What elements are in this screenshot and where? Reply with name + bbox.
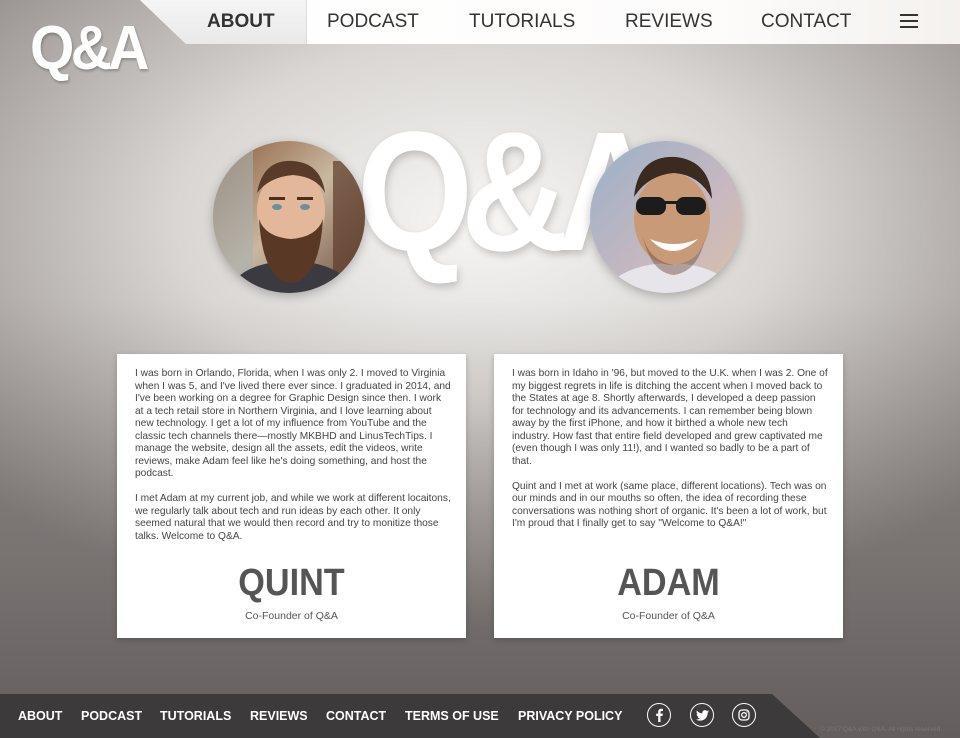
bio-paragraph: I was born in Orlando, Florida, when I w… xyxy=(135,368,451,479)
instagram-icon[interactable] xyxy=(732,703,756,727)
nav-item-tutorials[interactable]: TUTORIALS xyxy=(469,0,575,44)
bio-text: I was born in Orlando, Florida, when I w… xyxy=(135,368,451,556)
nav-item-contact[interactable]: CONTACT xyxy=(761,0,851,44)
site-logo[interactable]: Q&A xyxy=(30,18,149,80)
twitter-icon[interactable] xyxy=(690,703,714,727)
avatar-quint xyxy=(213,141,365,293)
hamburger-menu-icon[interactable] xyxy=(900,14,918,30)
footer-link-tutorials[interactable]: TUTORIALS xyxy=(160,694,231,738)
footer-link-contact[interactable]: CONTACT xyxy=(326,694,386,738)
avatar-adam xyxy=(590,141,742,293)
bio-text: I was born in Idaho in '96, but moved to… xyxy=(512,368,828,543)
footer-link-podcast[interactable]: PODCAST xyxy=(81,694,142,738)
bio-paragraph: I met Adam at my current job, and while … xyxy=(135,493,451,542)
nav-item-about[interactable]: ABOUT xyxy=(207,0,275,44)
footer-link-reviews[interactable]: REVIEWS xyxy=(250,694,308,738)
bio-paragraph: I was born in Idaho in '96, but moved to… xyxy=(512,368,828,467)
nav-item-podcast[interactable]: PODCAST xyxy=(327,0,419,44)
copyright-text: © 2017 Q&A with Q&A. All rights reserved… xyxy=(820,726,943,733)
profile-role: Co-Founder of Q&A xyxy=(622,610,715,622)
profile-card-quint: I was born in Orlando, Florida, when I w… xyxy=(117,354,466,638)
facebook-icon[interactable] xyxy=(647,703,671,727)
profile-card-adam: I was born in Idaho in '96, but moved to… xyxy=(494,354,843,638)
footer-link-privacy[interactable]: PRIVACY POLICY xyxy=(518,694,622,738)
hero-logo: Q&A xyxy=(356,97,665,287)
footer-link-about[interactable]: ABOUT xyxy=(18,694,62,738)
profile-name: ADAM xyxy=(617,562,720,604)
bio-paragraph: Quint and I met at work (same place, dif… xyxy=(512,480,827,530)
profile-role: Co-Founder of Q&A xyxy=(245,610,338,622)
nav-item-reviews[interactable]: REVIEWS xyxy=(625,0,713,44)
footer-link-terms[interactable]: TERMS OF USE xyxy=(405,694,499,738)
profile-name: QUINT xyxy=(238,562,345,604)
